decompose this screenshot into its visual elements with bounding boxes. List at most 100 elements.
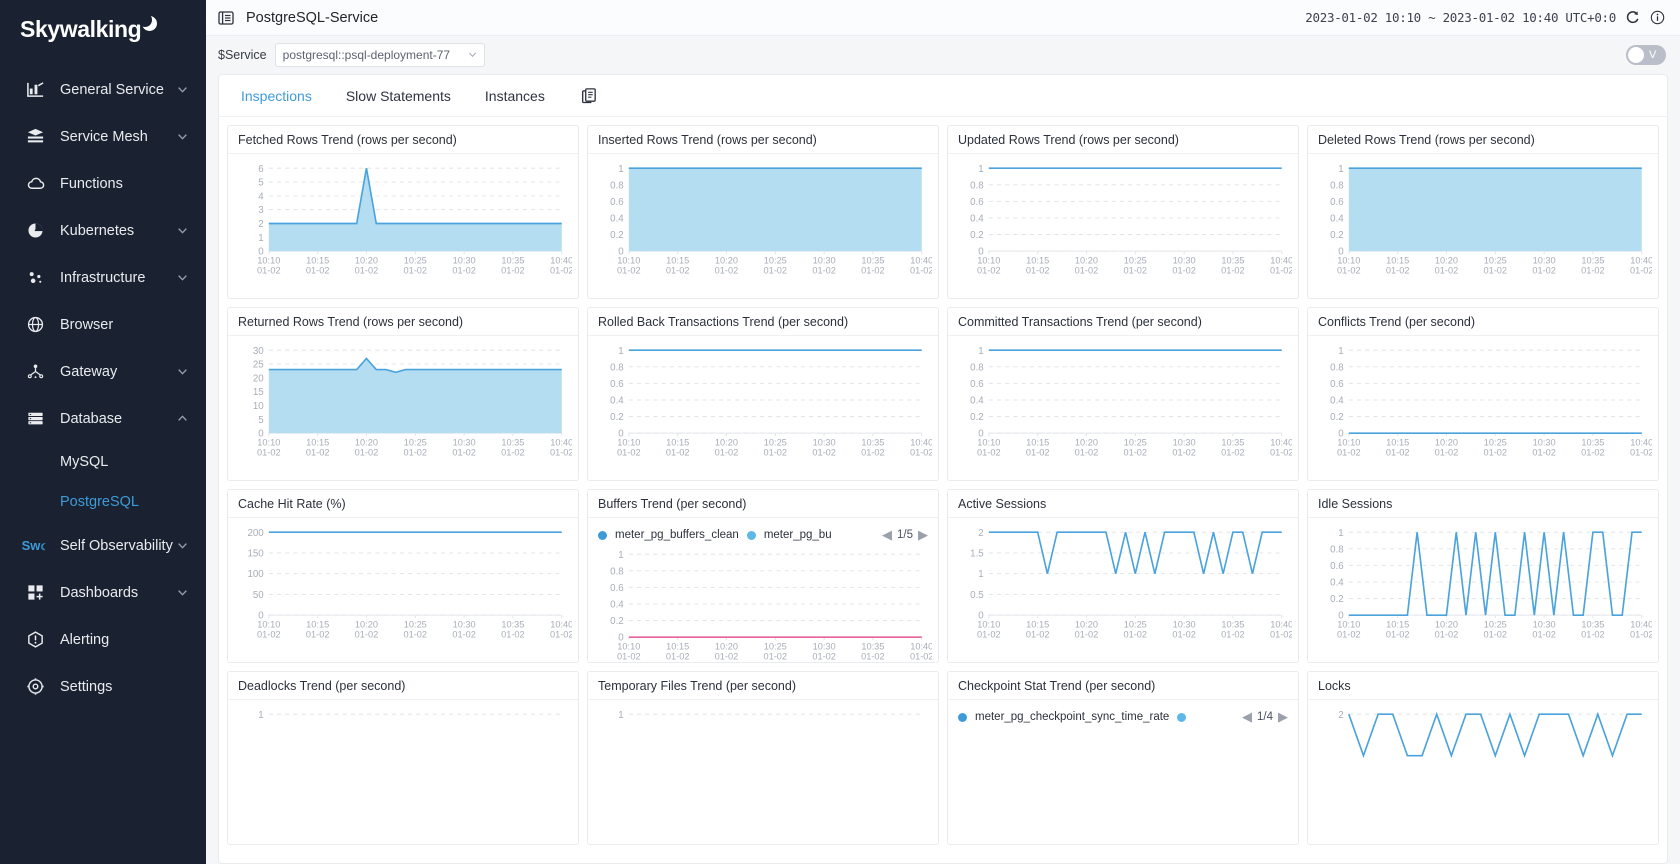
legend-label[interactable]: meter_pg_checkpoint_sync_time_rate <box>975 711 1169 723</box>
sidebar-item-general-service[interactable]: General Service <box>0 66 206 113</box>
chart-canvas[interactable]: 00.20.40.60.8110:1001-0210:1501-0210:200… <box>954 160 1292 278</box>
legend-label[interactable]: meter_pg_buffers_clean <box>615 529 739 541</box>
chart-legend: meter_pg_buffers_cleanmeter_pg_bu◀1/5▶ <box>594 524 932 546</box>
chevron-down-icon[interactable] <box>176 540 188 552</box>
svg-text:0.4: 0.4 <box>970 214 984 225</box>
chevron-down-icon[interactable] <box>176 131 188 143</box>
tab-instances[interactable]: Instances <box>485 88 545 104</box>
svg-text:10:10: 10:10 <box>977 255 1000 265</box>
chart-canvas[interactable]: 05101520253010:1001-0210:1501-0210:2001-… <box>234 342 572 460</box>
chevron-up-icon[interactable] <box>176 413 188 425</box>
legend-dot <box>1177 713 1186 722</box>
svg-text:10:35: 10:35 <box>1581 619 1604 629</box>
chart-body[interactable]: 00.511.5210:1001-0210:1501-0210:2001-021… <box>948 518 1298 662</box>
chart-body[interactable]: 00.20.40.60.8110:1001-0210:1501-0210:200… <box>1308 518 1658 662</box>
sidebar-item-settings[interactable]: Settings <box>0 663 206 710</box>
svg-text:10:20: 10:20 <box>715 641 738 651</box>
info-icon[interactable] <box>1650 10 1666 26</box>
tab-inspections[interactable]: Inspections <box>241 88 312 104</box>
prev-page-icon[interactable]: ◀ <box>882 527 892 543</box>
svg-text:10:30: 10:30 <box>813 641 836 651</box>
prev-page-icon[interactable]: ◀ <box>1242 709 1252 725</box>
sidebar-item-browser[interactable]: Browser <box>0 301 206 348</box>
svg-text:10:25: 10:25 <box>764 437 787 447</box>
chevron-down-icon[interactable] <box>176 225 188 237</box>
chart-body[interactable]: 05010015020010:1001-0210:1501-0210:2001-… <box>228 518 578 662</box>
svg-text:0.4: 0.4 <box>970 396 984 407</box>
refresh-icon[interactable] <box>1625 10 1641 26</box>
chart-body[interactable]: 1 <box>228 700 578 844</box>
sidebar-item-label: Alerting <box>60 632 188 648</box>
sidebar-item-mysql[interactable]: MySQL <box>0 442 206 482</box>
next-page-icon[interactable]: ▶ <box>1278 709 1288 725</box>
legend-label[interactable]: meter_pg_bu <box>764 529 832 541</box>
copy-icon[interactable] <box>581 87 599 105</box>
chart-canvas[interactable]: 012345610:1001-0210:1501-0210:2001-0210:… <box>234 160 572 278</box>
chart-body[interactable]: 00.20.40.60.8110:1001-0210:1501-0210:200… <box>1308 336 1658 480</box>
sidebar-item-dashboards[interactable]: Dashboards <box>0 569 206 616</box>
chart-canvas[interactable] <box>954 728 1292 845</box>
chart-canvas[interactable]: 2 <box>1314 706 1652 824</box>
chart-body[interactable]: 00.20.40.60.8110:1001-0210:1501-0210:200… <box>588 154 938 298</box>
chart-body[interactable]: 00.20.40.60.8110:1001-0210:1501-0210:200… <box>588 336 938 480</box>
chart-canvas[interactable]: 00.20.40.60.8110:1001-0210:1501-0210:200… <box>594 160 932 278</box>
view-toggle[interactable]: V <box>1626 45 1666 65</box>
svg-text:10:35: 10:35 <box>861 641 884 651</box>
chart-title: Inserted Rows Trend (rows per second) <box>588 126 938 154</box>
svg-text:10:35: 10:35 <box>1221 255 1244 265</box>
sidebar-item-gateway[interactable]: Gateway <box>0 348 206 395</box>
chart-canvas[interactable]: 00.20.40.60.8110:1001-0210:1501-0210:200… <box>1314 160 1652 278</box>
chart-body[interactable]: 1 <box>588 700 938 844</box>
svg-text:0.4: 0.4 <box>1330 578 1344 589</box>
chart-canvas[interactable]: 1 <box>234 706 572 824</box>
sidebar-item-kubernetes[interactable]: Kubernetes <box>0 207 206 254</box>
chevron-down-icon[interactable] <box>176 587 188 599</box>
chart-canvas[interactable]: 05010015020010:1001-0210:1501-0210:2001-… <box>234 524 572 642</box>
sidebar-item-postgresql[interactable]: PostgreSQL <box>0 482 206 522</box>
svg-text:10:35: 10:35 <box>1221 619 1244 629</box>
svg-text:10:40: 10:40 <box>1630 619 1652 629</box>
tab-slow-statements[interactable]: Slow Statements <box>346 88 451 104</box>
chart-canvas[interactable]: 00.20.40.60.8110:1001-0210:1501-0210:200… <box>1314 342 1652 460</box>
chart-canvas[interactable]: 00.511.5210:1001-0210:1501-0210:2001-021… <box>954 524 1292 642</box>
sidebar-item-service-mesh[interactable]: Service Mesh <box>0 113 206 160</box>
svg-text:1: 1 <box>978 164 983 175</box>
chart-canvas[interactable]: 00.20.40.60.8110:1001-0210:1501-0210:200… <box>594 546 932 663</box>
svg-text:10: 10 <box>253 401 264 412</box>
svg-text:01-02: 01-02 <box>1026 448 1050 458</box>
chart-body[interactable]: 00.20.40.60.8110:1001-0210:1501-0210:200… <box>1308 154 1658 298</box>
chevron-down-icon[interactable] <box>176 272 188 284</box>
sidebar-item-functions[interactable]: Functions <box>0 160 206 207</box>
sidebar-item-infrastructure[interactable]: Infrastructure <box>0 254 206 301</box>
svg-text:10:35: 10:35 <box>861 255 884 265</box>
chart-body[interactable]: meter_pg_buffers_cleanmeter_pg_bu◀1/5▶00… <box>588 518 938 662</box>
chart-body[interactable]: 012345610:1001-0210:1501-0210:2001-0210:… <box>228 154 578 298</box>
chart-body[interactable]: 2 <box>1308 700 1658 844</box>
chart-body[interactable]: meter_pg_checkpoint_sync_time_rate◀1/4▶ <box>948 700 1298 844</box>
legend-dot <box>747 531 756 540</box>
chart-body[interactable]: 00.20.40.60.8110:1001-0210:1501-0210:200… <box>948 154 1298 298</box>
chart-canvas[interactable]: 1 <box>594 706 932 824</box>
collapse-sidebar-icon[interactable] <box>218 10 234 26</box>
service-select[interactable]: postgresql::psql-deployment-77 <box>275 43 485 67</box>
chart-canvas[interactable]: 00.20.40.60.8110:1001-0210:1501-0210:200… <box>1314 524 1652 642</box>
sidebar-item-database[interactable]: Database <box>0 395 206 442</box>
charts-scroll-area[interactable]: Fetched Rows Trend (rows per second)0123… <box>219 117 1667 863</box>
svg-text:1: 1 <box>258 233 263 244</box>
logo[interactable]: Skywalking <box>0 0 206 58</box>
svg-text:10:20: 10:20 <box>355 619 378 629</box>
svg-text:5: 5 <box>258 178 263 189</box>
chart-canvas[interactable]: 00.20.40.60.8110:1001-0210:1501-0210:200… <box>594 342 932 460</box>
sidebar-item-alerting[interactable]: Alerting <box>0 616 206 663</box>
chart-body[interactable]: 00.20.40.60.8110:1001-0210:1501-0210:200… <box>948 336 1298 480</box>
sidebar-item-self-observability[interactable]: Sw☾Self Observability <box>0 522 206 569</box>
chart-body[interactable]: 05101520253010:1001-0210:1501-0210:2001-… <box>228 336 578 480</box>
chevron-down-icon[interactable] <box>176 84 188 96</box>
chart-canvas[interactable]: 00.20.40.60.8110:1001-0210:1501-0210:200… <box>954 342 1292 460</box>
svg-text:01-02: 01-02 <box>977 630 1001 640</box>
chevron-down-icon[interactable] <box>176 366 188 378</box>
time-range[interactable]: 2023-01-02 10:10 ~ 2023-01-02 10:40 UTC+… <box>1305 10 1616 25</box>
next-page-icon[interactable]: ▶ <box>918 527 928 543</box>
chart-card-checkpoint-stat-trend-per-second: Checkpoint Stat Trend (per second)meter_… <box>947 671 1299 845</box>
svg-text:2: 2 <box>258 219 263 230</box>
